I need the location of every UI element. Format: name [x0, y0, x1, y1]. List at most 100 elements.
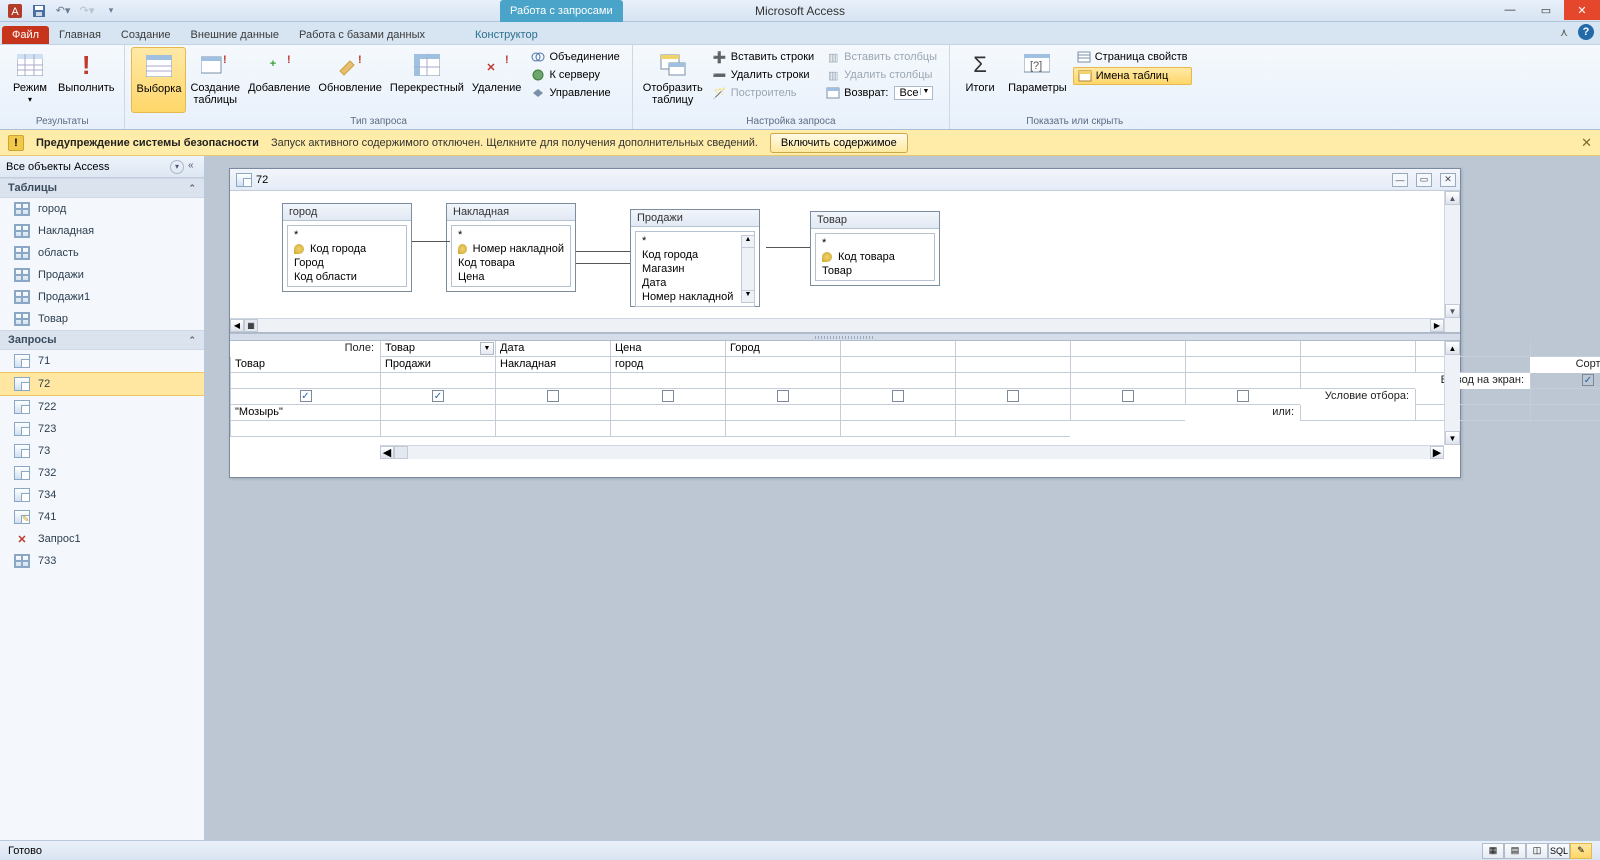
fieldlist-scroll[interactable]: ▲▼	[741, 235, 755, 303]
pivotchart-view-button[interactable]: ◫	[1526, 843, 1548, 859]
table-box[interactable]: Товар*Код товараТовар	[810, 211, 940, 286]
field-item[interactable]: Магазин	[638, 262, 752, 276]
design-view-button[interactable]: ✎	[1570, 843, 1592, 859]
checkbox[interactable]: ✓	[1582, 374, 1594, 386]
return-combo[interactable]: Все▼	[894, 86, 933, 100]
passthrough-button[interactable]: К серверу	[527, 67, 623, 83]
grid-cell[interactable]	[1530, 405, 1600, 421]
doc-close-button[interactable]: ✕	[1440, 173, 1456, 187]
datasheet-view-button[interactable]: ▦	[1482, 843, 1504, 859]
builder-button[interactable]: 🪄Построитель	[709, 85, 818, 101]
grid-cell[interactable]	[840, 341, 955, 357]
tab-create[interactable]: Создание	[111, 26, 181, 44]
table-box-title[interactable]: Накладная	[447, 204, 575, 221]
grid-cell[interactable]	[840, 389, 955, 405]
nav-query-item[interactable]: ✕Запрос1	[0, 528, 204, 550]
redo-icon[interactable]: ↷▾	[76, 2, 98, 20]
ribbon-minimize-icon[interactable]: ⋏	[1556, 24, 1572, 40]
grid-cell[interactable]	[495, 405, 610, 421]
append-button[interactable]: +!Добавление	[244, 47, 314, 113]
tab-external[interactable]: Внешние данные	[181, 26, 289, 44]
grid-cell[interactable]: ✓	[1530, 373, 1600, 389]
qat-customize-icon[interactable]: ▾	[100, 2, 122, 20]
run-button[interactable]: !Выполнить	[54, 47, 118, 113]
field-item[interactable]: Код города	[290, 242, 404, 256]
grid-cell[interactable]	[955, 405, 1070, 421]
undo-icon[interactable]: ↶▾	[52, 2, 74, 20]
tab-dbtools[interactable]: Работа с базами данных	[289, 26, 435, 44]
sql-view-button[interactable]: SQL	[1548, 843, 1570, 859]
tab-home[interactable]: Главная	[49, 26, 111, 44]
enable-content-button[interactable]: Включить содержимое	[770, 133, 908, 153]
table-box-title[interactable]: Товар	[811, 212, 939, 229]
diagram-pane[interactable]: город*Код городаГородКод областиНакладна…	[230, 191, 1460, 333]
grid-cell[interactable]	[1070, 405, 1185, 421]
checkbox[interactable]	[662, 390, 674, 402]
datadef-button[interactable]: Управление	[527, 85, 623, 101]
field-item[interactable]: Дата	[638, 276, 752, 290]
grid-cell[interactable]: Дата	[495, 341, 610, 357]
grid-cell[interactable]	[1415, 341, 1530, 357]
grid-cell[interactable]	[610, 405, 725, 421]
grid-cell[interactable]	[725, 357, 840, 373]
grid-cell[interactable]: ✓	[230, 389, 380, 405]
grid-cell[interactable]	[1070, 341, 1185, 357]
nav-query-item[interactable]: 723	[0, 418, 204, 440]
insertrows-button[interactable]: ➕Вставить строки	[709, 49, 818, 65]
nav-query-item[interactable]: 734	[0, 484, 204, 506]
nav-table-item[interactable]: область	[0, 242, 204, 264]
grid-cell[interactable]	[1415, 405, 1530, 421]
grid-cell[interactable]: Продажи	[380, 357, 495, 373]
field-item[interactable]: Товар	[818, 264, 932, 278]
diagram-vscroll[interactable]: ▲▼	[1444, 191, 1460, 332]
table-box-title[interactable]: Продажи	[631, 210, 759, 227]
field-item[interactable]: Цена	[454, 270, 568, 284]
nav-table-item[interactable]: Товар	[0, 308, 204, 330]
nav-collapse-icon[interactable]: «	[188, 160, 198, 174]
nav-query-item[interactable]: 73	[0, 440, 204, 462]
delete-query-button[interactable]: ✕!Удаление	[468, 47, 526, 113]
checkbox[interactable]	[1237, 390, 1249, 402]
grid-cell[interactable]: Цена	[610, 341, 725, 357]
grid-cell[interactable]	[725, 373, 840, 389]
grid-cell[interactable]: Накладная	[495, 357, 610, 373]
field-item[interactable]: Код города	[638, 248, 752, 262]
grid-cell[interactable]	[495, 389, 610, 405]
grid-cell[interactable]	[610, 389, 725, 405]
save-icon[interactable]	[28, 2, 50, 20]
checkbox[interactable]	[1122, 390, 1134, 402]
table-box[interactable]: Продажи*Код городаМагазинДатаНомер накла…	[630, 209, 760, 307]
splitter[interactable]	[230, 333, 1460, 341]
grid-cell[interactable]: Товар	[230, 357, 380, 373]
tab-design[interactable]: Конструктор	[465, 26, 548, 44]
crosstab-button[interactable]: Перекрестный	[386, 47, 468, 113]
checkbox[interactable]	[892, 390, 904, 402]
field-item[interactable]: Код товара	[454, 256, 568, 270]
grid-cell[interactable]	[380, 405, 495, 421]
security-close-icon[interactable]: ✕	[1581, 135, 1592, 151]
grid-cell[interactable]: "Мозырь"	[230, 405, 380, 421]
union-button[interactable]: Объединение	[527, 49, 623, 65]
nav-query-item[interactable]: 732	[0, 462, 204, 484]
nav-query-item[interactable]: 722	[0, 396, 204, 418]
field-list[interactable]: *Код городаГородКод области	[287, 225, 407, 287]
grid-cell[interactable]	[610, 421, 725, 437]
grid-cell[interactable]	[840, 421, 955, 437]
grid-cell[interactable]	[1185, 341, 1300, 357]
nav-query-item[interactable]: 71	[0, 350, 204, 372]
grid-cell[interactable]: город	[610, 357, 725, 373]
nav-query-item[interactable]: 733	[0, 550, 204, 572]
nav-header[interactable]: Все объекты Access ▾«	[0, 156, 204, 178]
update-button[interactable]: !Обновление	[314, 47, 386, 113]
grid-cell[interactable]	[725, 405, 840, 421]
grid-cell[interactable]	[840, 357, 955, 373]
nav-table-item[interactable]: город	[0, 198, 204, 220]
minimize-button[interactable]: —	[1492, 0, 1528, 20]
nav-group-queries[interactable]: Запросы⌃	[0, 330, 204, 350]
checkbox[interactable]	[777, 390, 789, 402]
field-item[interactable]: *	[638, 234, 752, 248]
security-message[interactable]: Запуск активного содержимого отключен. Щ…	[271, 137, 758, 149]
grid-hscroll[interactable]: ◀▶	[380, 445, 1444, 459]
field-item[interactable]: Номер накладной	[454, 242, 568, 256]
grid-cell[interactable]	[725, 389, 840, 405]
